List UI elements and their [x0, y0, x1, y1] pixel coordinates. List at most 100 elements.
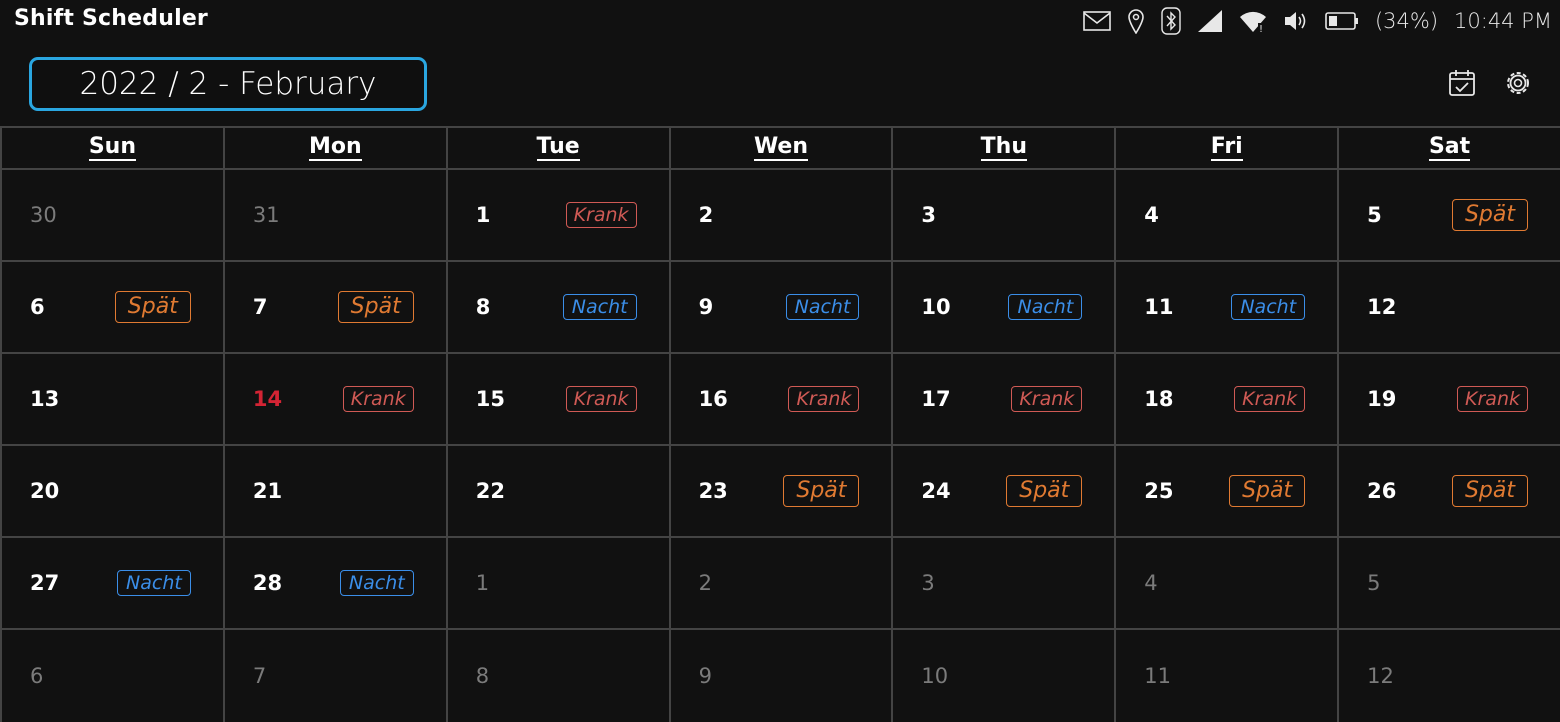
day-number: 27 [30, 571, 60, 595]
day-number: 8 [475, 295, 491, 319]
day-number: 24 [921, 479, 951, 503]
day-number: 4 [1144, 203, 1159, 227]
day-number: 9 [698, 664, 712, 688]
calendar-day[interactable]: 10 [891, 630, 1114, 722]
calendar-day[interactable]: 30 [0, 170, 223, 260]
shift-badge-spaet: Spät [1451, 475, 1528, 507]
weekday-label: Sun [88, 134, 136, 161]
day-number: 1 [475, 203, 491, 227]
calendar-day[interactable]: 3 [891, 170, 1114, 260]
calendar-day[interactable]: 8 Nacht [445, 262, 669, 352]
battery-icon [1325, 11, 1359, 31]
day-number: 17 [921, 387, 951, 411]
day-number: 11 [1144, 295, 1174, 319]
shift-badge-krank: Krank [1457, 386, 1528, 412]
shift-badge-krank: Krank [565, 202, 637, 228]
day-number: 5 [1367, 203, 1382, 227]
calendar-day[interactable]: 4 [1114, 538, 1337, 628]
calendar-day[interactable]: 28 Nacht [222, 538, 446, 628]
calendar-day[interactable]: 1 [445, 538, 669, 628]
shift-badge-nacht: Nacht [1008, 294, 1083, 320]
calendar-day[interactable]: 6 Spät [0, 262, 223, 352]
calendar-day[interactable]: 7 Spät [222, 262, 446, 352]
status-bar: Shift Scheduler ! (34%) 10:44 PM [0, 0, 1560, 44]
calendar-day[interactable]: 5 Spät [1337, 170, 1560, 260]
calendar-day[interactable]: 16 Krank [668, 354, 892, 444]
calendar-day[interactable]: 4 [1114, 170, 1337, 260]
cellular-signal-icon [1197, 9, 1223, 33]
calendar-day[interactable]: 9 Nacht [668, 262, 892, 352]
calendar-day[interactable]: 25 Spät [1114, 446, 1337, 536]
calendar-week-row: 13 14 Krank 15 Krank 16 Krank 17 Krank 18 Krank 19 K… [0, 354, 1560, 446]
status-icons: ! (34%) 10:44 PM [1067, 4, 1552, 38]
day-number: 12 [1367, 664, 1394, 688]
weekday-header: Fri [1114, 128, 1337, 168]
day-number: 11 [1144, 664, 1172, 688]
weekday-label: Mon [308, 134, 362, 161]
day-number: 20 [30, 479, 60, 503]
day-number: 22 [475, 479, 505, 503]
calendar-day[interactable]: 19 Krank [1337, 354, 1560, 444]
calendar-day[interactable]: 26 Spät [1337, 446, 1560, 536]
weekday-label: Fri [1210, 134, 1243, 161]
calendar-day[interactable]: 12 [1337, 630, 1560, 722]
calendar-day[interactable]: 23 Spät [668, 446, 892, 536]
day-number: 21 [252, 479, 283, 503]
shift-badge-krank: Krank [788, 386, 860, 412]
day-number: 16 [698, 387, 728, 411]
calendar-day[interactable]: 21 [222, 446, 446, 536]
weekday-label: Tue [536, 134, 580, 161]
volume-icon [1283, 10, 1309, 32]
month-calendar: Sun Mon Tue Wen Thu Fri Sat 30 31 1 Krank 2 3 4 5 Spät… [0, 126, 1560, 722]
calendar-day[interactable]: 2 [668, 538, 892, 628]
calendar-day[interactable]: 6 [0, 630, 223, 722]
weekday-header: Sat [1337, 128, 1560, 168]
battery-percent: (34%) [1374, 9, 1439, 33]
day-number: 3 [921, 571, 935, 595]
calendar-day[interactable]: 22 [445, 446, 669, 536]
calendar-day[interactable]: 15 Krank [445, 354, 669, 444]
shift-badge-spaet: Spät [337, 291, 414, 323]
weekday-header: Tue [445, 128, 669, 168]
calendar-day[interactable]: 27 Nacht [0, 538, 223, 628]
day-number: 4 [1144, 571, 1158, 595]
calendar-day[interactable]: 5 [1337, 538, 1560, 628]
calendar-day-today[interactable]: 14 Krank [222, 354, 446, 444]
calendar-day[interactable]: 18 Krank [1114, 354, 1337, 444]
calendar-day[interactable]: 13 [0, 354, 223, 444]
day-number: 7 [252, 295, 268, 319]
calendar-day[interactable]: 2 [668, 170, 892, 260]
settings-gear-icon[interactable] [1503, 68, 1533, 98]
calendar-day[interactable]: 11 Nacht [1114, 262, 1337, 352]
calendar-day[interactable]: 10 Nacht [891, 262, 1114, 352]
day-number: 6 [30, 664, 44, 688]
calendar-day[interactable]: 1 Krank [445, 170, 669, 260]
calendar-week-row: 27 Nacht 28 Nacht 1 2 3 4 5 [0, 538, 1560, 630]
calendar-day[interactable]: 7 [222, 630, 446, 722]
day-number: 30 [30, 203, 57, 227]
calendar-day[interactable]: 3 [891, 538, 1114, 628]
shift-badge-krank: Krank [342, 386, 414, 412]
calendar-week-row: 30 31 1 Krank 2 3 4 5 Spät [0, 170, 1560, 262]
calendar-day[interactable]: 17 Krank [891, 354, 1114, 444]
day-number: 5 [1367, 571, 1381, 595]
calendar-day[interactable]: 31 [222, 170, 446, 260]
calendar-day[interactable]: 12 [1337, 262, 1560, 352]
shift-badge-nacht: Nacht [562, 294, 637, 320]
calendar-day[interactable]: 8 [445, 630, 669, 722]
day-number: 15 [475, 387, 505, 411]
day-number: 1 [475, 571, 490, 595]
weekday-header: Wen [668, 128, 892, 168]
day-number: 2 [698, 571, 712, 595]
calendar-check-icon[interactable] [1448, 68, 1478, 98]
day-number: 8 [475, 664, 490, 688]
calendar-day[interactable]: 11 [1114, 630, 1337, 722]
calendar-day[interactable]: 9 [668, 630, 892, 722]
month-selector-button[interactable]: 2022 / 2 - February [29, 57, 427, 111]
day-number: 28 [252, 571, 283, 595]
day-number: 23 [698, 479, 728, 503]
calendar-week-row: 20 21 22 23 Spät 24 Spät 25 Spät 26 Spät [0, 446, 1560, 538]
calendar-day[interactable]: 24 Spät [891, 446, 1114, 536]
calendar-day[interactable]: 20 [0, 446, 223, 536]
shift-badge-krank: Krank [1011, 386, 1083, 412]
